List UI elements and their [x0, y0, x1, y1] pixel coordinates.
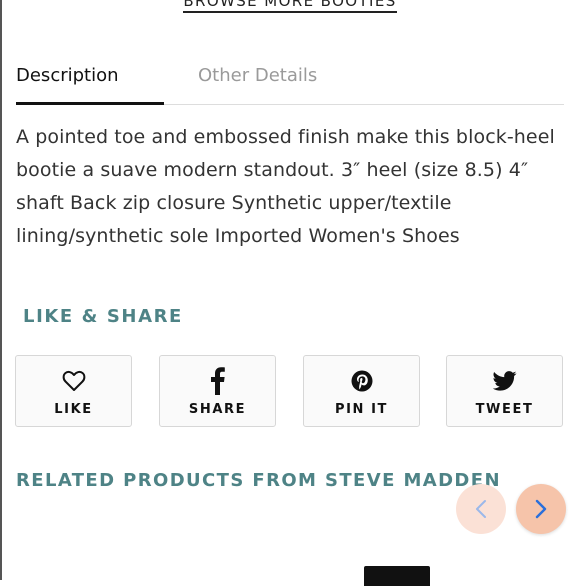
- product-description: A pointed toe and embossed finish make t…: [16, 126, 555, 247]
- twitter-icon: [447, 368, 562, 394]
- browse-more-link-label[interactable]: BROWSE MORE BOOTIES: [183, 0, 397, 13]
- related-product-image[interactable]: [364, 566, 430, 586]
- pin-it-button-label: PIN IT: [334, 402, 389, 417]
- tweet-button-label: TWEET: [475, 402, 534, 417]
- tweet-button[interactable]: TWEET: [446, 355, 563, 427]
- carousel-prev-button[interactable]: [456, 484, 506, 534]
- pinterest-icon: [304, 368, 419, 394]
- viewport-edge: [0, 0, 2, 580]
- like-button-label: LIKE: [54, 402, 93, 417]
- chevron-right-icon: [535, 499, 547, 519]
- related-products-heading: RELATED PRODUCTS FROM STEVE MADDEN: [16, 470, 501, 491]
- tab-other-details[interactable]: Other Details: [198, 64, 317, 104]
- share-button-label: SHARE: [188, 402, 247, 417]
- carousel-next-button[interactable]: [516, 484, 566, 534]
- active-tab-indicator: [16, 102, 164, 105]
- pin-it-button[interactable]: PIN IT: [303, 355, 420, 427]
- share-button[interactable]: SHARE: [159, 355, 276, 427]
- like-button[interactable]: LIKE: [15, 355, 132, 427]
- chevron-left-icon: [476, 500, 486, 518]
- like-share-heading: LIKE & SHARE: [23, 306, 183, 327]
- tab-description[interactable]: Description: [16, 64, 119, 104]
- facebook-icon: [160, 367, 275, 395]
- heart-icon: [16, 368, 131, 394]
- product-tabs: Description Other Details: [16, 64, 564, 105]
- browse-more-link[interactable]: BROWSE MORE BOOTIES: [0, 0, 580, 13]
